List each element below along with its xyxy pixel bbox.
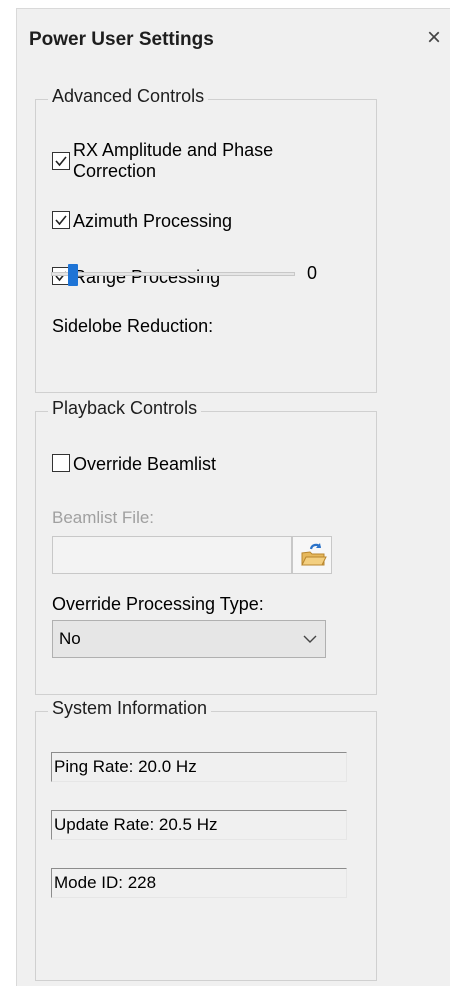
system-information-title: System Information	[48, 698, 212, 719]
processing-type-value: No	[59, 629, 81, 648]
close-icon: ×	[426, 24, 441, 51]
system-information-group: System Information Ping Rate: 20.0 Hz Up…	[35, 698, 377, 981]
mode-id-field: Mode ID: 228	[51, 868, 347, 898]
folder-open-icon	[301, 543, 327, 566]
rx-amplitude-label-line2: Correction	[73, 161, 157, 181]
update-rate-field: Update Rate: 20.5 Hz	[51, 810, 347, 840]
close-button[interactable]: ×	[421, 25, 447, 51]
advanced-controls-title: Advanced Controls	[48, 86, 209, 107]
override-beamlist-label: Override Beamlist	[73, 454, 217, 474]
rx-amplitude-label-line1: RX Amplitude and Phase	[73, 140, 274, 160]
advanced-controls-group: Advanced Controls RX Amplitude and Phase…	[35, 86, 377, 393]
override-beamlist-row[interactable]: Override Beamlist	[52, 454, 216, 475]
chevron-down-icon	[295, 621, 325, 657]
rx-amplitude-checkbox-row[interactable]: RX Amplitude and Phase Correction	[52, 140, 273, 182]
settings-panel: Power User Settings × Advanced Controls …	[16, 8, 450, 986]
check-icon	[55, 156, 67, 167]
beamlist-file-field	[52, 536, 292, 574]
range-label: Range Processing	[73, 267, 221, 287]
panel-title: Power User Settings	[29, 29, 214, 50]
playback-controls-group: Playback Controls Override Beamlist Beam…	[35, 398, 377, 695]
browse-button[interactable]	[292, 536, 332, 574]
sidelobe-slider-thumb[interactable]	[68, 264, 78, 286]
processing-type-select[interactable]: No	[52, 620, 326, 658]
sidelobe-value: 0	[307, 263, 318, 283]
azimuth-checkbox[interactable]	[52, 211, 70, 229]
beamlist-file-label: Beamlist File:	[52, 508, 155, 527]
override-beamlist-checkbox[interactable]	[52, 454, 70, 472]
rx-amplitude-checkbox[interactable]	[52, 152, 70, 170]
ping-rate-field: Ping Rate: 20.0 Hz	[51, 752, 347, 782]
processing-type-label: Override Processing Type:	[52, 594, 264, 614]
azimuth-checkbox-row[interactable]: Azimuth Processing	[52, 211, 232, 232]
playback-controls-title: Playback Controls	[48, 398, 202, 419]
check-icon	[55, 215, 67, 226]
sidelobe-label: Sidelobe Reduction:	[52, 316, 214, 336]
rx-amplitude-label: RX Amplitude and Phase Correction	[73, 140, 273, 182]
azimuth-label: Azimuth Processing	[73, 211, 233, 231]
sidelobe-slider-track[interactable]	[51, 272, 295, 276]
